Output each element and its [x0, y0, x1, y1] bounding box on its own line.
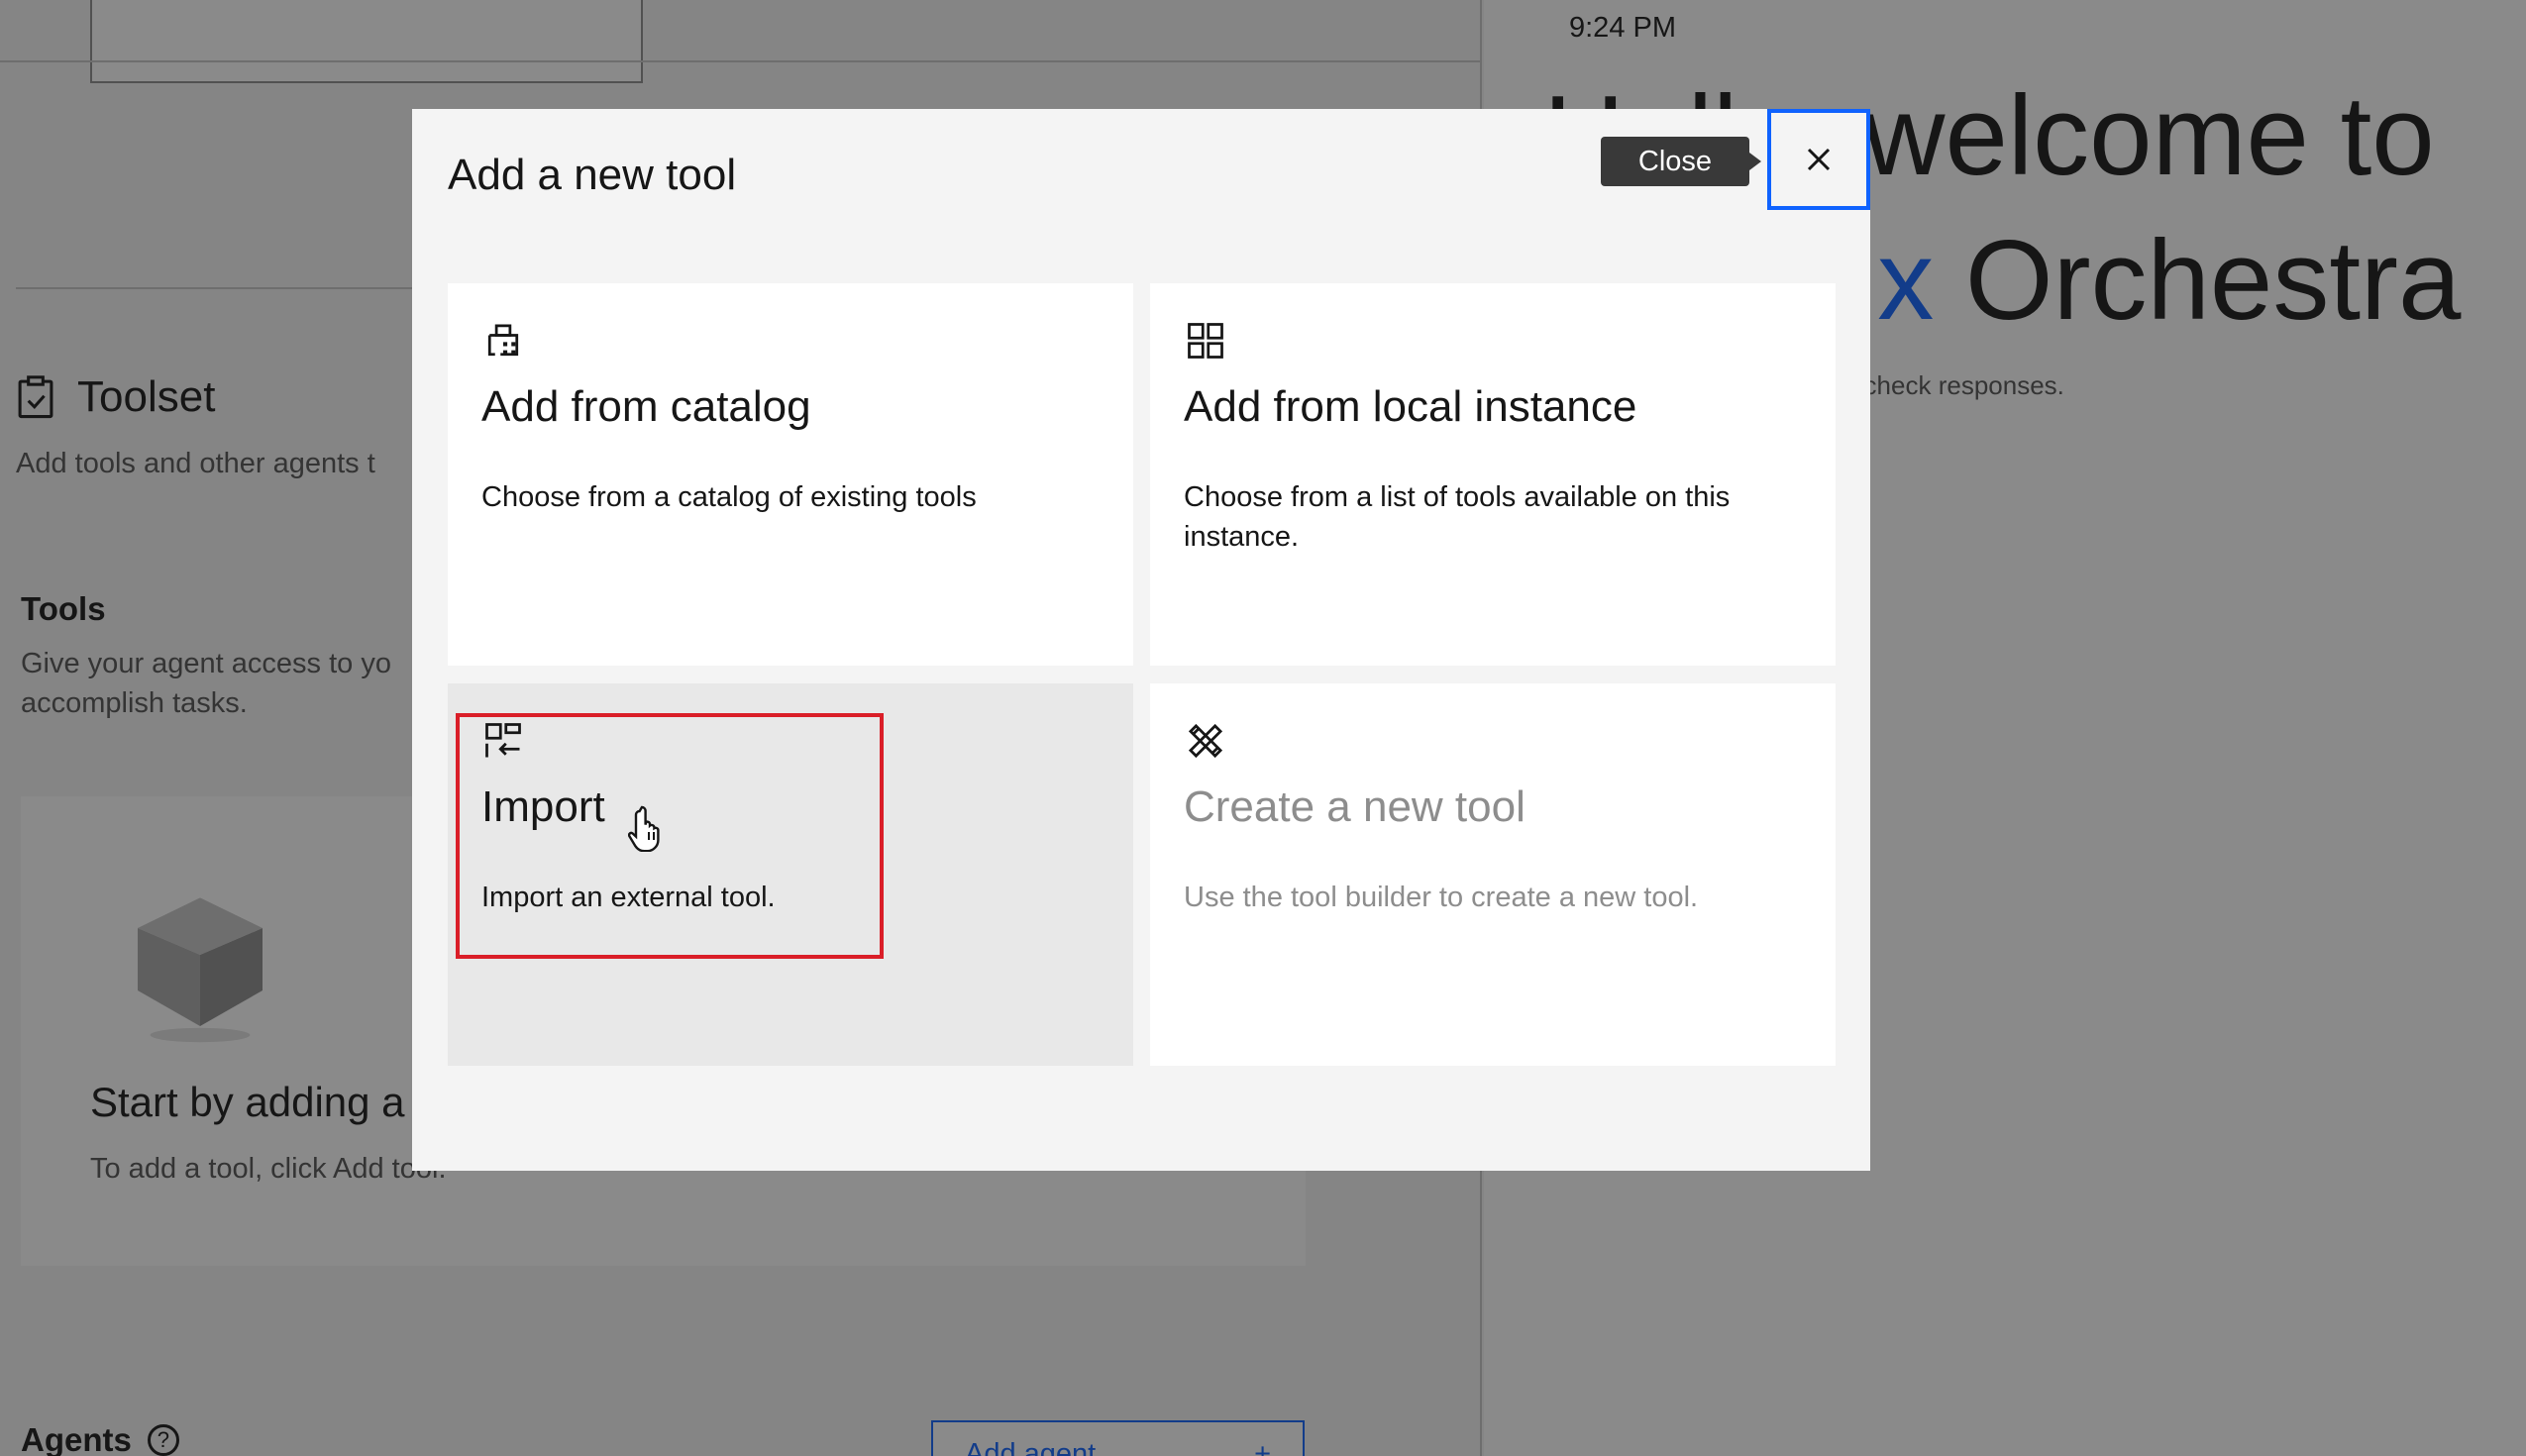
- close-tooltip: Close: [1601, 137, 1761, 186]
- tile-add-from-local-instance[interactable]: Add from local instance Choose from a li…: [1150, 283, 1836, 666]
- import-icon: [485, 723, 521, 758]
- grid-icon: [1188, 323, 1223, 359]
- tile-description: Choose from a catalog of existing tools: [481, 481, 977, 513]
- close-icon: [1807, 148, 1831, 171]
- hand-pointer-icon: [628, 805, 660, 852]
- tile-title: Add from catalog: [481, 382, 811, 431]
- catalog-icon: [487, 324, 519, 357]
- tile-title: Import: [481, 782, 605, 831]
- close-button[interactable]: [1767, 109, 1870, 210]
- tools-icon: [1188, 723, 1223, 759]
- modal-title: Add a new tool: [448, 151, 737, 199]
- tile-description: Use the tool builder to create a new too…: [1184, 882, 1699, 913]
- add-tool-modal: Add a new tool Close Add from catalog Ch…: [412, 109, 1870, 1171]
- tile-import[interactable]: Import Import an external tool.: [448, 683, 1133, 1066]
- tile-description: Choose from a list of tools available on…: [1184, 481, 1731, 553]
- tile-title: Create a new tool: [1184, 782, 1526, 831]
- tile-description: Import an external tool.: [481, 882, 776, 913]
- tile-create-new-tool[interactable]: Create a new tool Use the tool builder t…: [1150, 683, 1836, 1066]
- tile-title: Add from local instance: [1184, 382, 1637, 431]
- tile-add-from-catalog[interactable]: Add from catalog Choose from a catalog o…: [448, 283, 1133, 666]
